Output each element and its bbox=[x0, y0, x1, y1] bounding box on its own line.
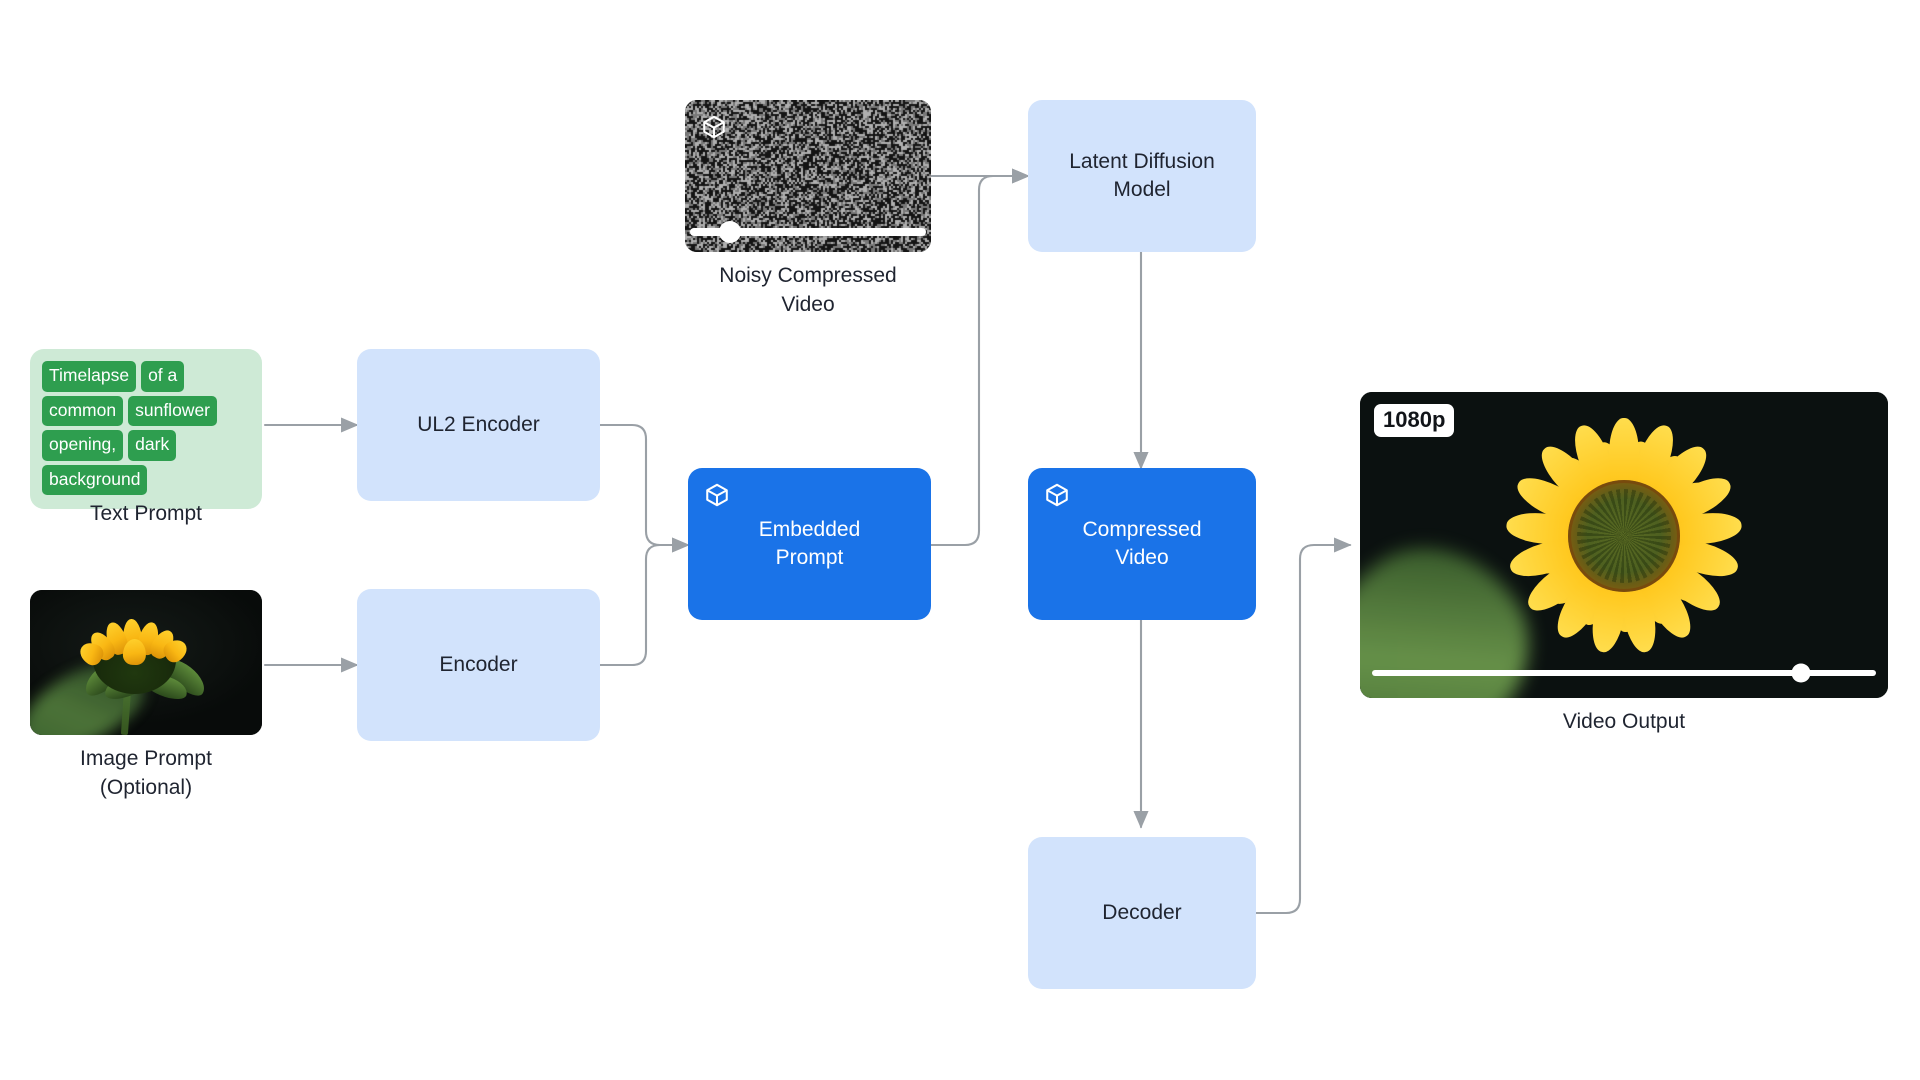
node-ul2-encoder-label: UL2 Encoder bbox=[417, 411, 540, 439]
token-chip[interactable]: Timelapse bbox=[42, 361, 136, 392]
noisy-video-caption: Noisy Compressed Video bbox=[670, 262, 946, 320]
node-compressed-video[interactable]: Compressed Video bbox=[1028, 468, 1256, 620]
video-output-player[interactable]: 1080p bbox=[1360, 392, 1888, 698]
diagram-canvas: Timelapse of a common sunflower opening,… bbox=[0, 0, 1920, 1080]
token-chip[interactable]: of a bbox=[141, 361, 184, 392]
node-latent-diffusion-model[interactable]: Latent Diffusion Model bbox=[1028, 100, 1256, 252]
text-prompt-card[interactable]: Timelapse of a common sunflower opening,… bbox=[30, 349, 262, 509]
node-latent-diffusion-model-label: Latent Diffusion Model bbox=[1069, 148, 1215, 204]
token-chip[interactable]: common bbox=[42, 396, 123, 427]
petal bbox=[122, 639, 146, 666]
wire-embedded-to-ldm bbox=[931, 176, 1028, 545]
video-output-progress-handle[interactable] bbox=[1791, 664, 1810, 683]
node-embedded-prompt[interactable]: Embedded Prompt bbox=[688, 468, 931, 620]
text-prompt-caption: Text Prompt bbox=[30, 500, 262, 529]
cube-icon bbox=[704, 482, 730, 508]
wire-ul2-to-embedded bbox=[600, 425, 688, 545]
token-row: Timelapse of a bbox=[42, 361, 250, 392]
token-row: background bbox=[42, 465, 250, 496]
node-decoder-label: Decoder bbox=[1102, 899, 1181, 927]
noisy-compressed-video-thumbnail[interactable] bbox=[685, 100, 931, 252]
node-compressed-video-label: Compressed Video bbox=[1082, 516, 1201, 572]
wire-decoder-to-output bbox=[1256, 545, 1350, 913]
noisy-video-progress-bar[interactable] bbox=[690, 228, 925, 236]
image-prompt-caption: Image Prompt (Optional) bbox=[10, 745, 282, 803]
text-prompt-token-rows: Timelapse of a common sunflower opening,… bbox=[42, 361, 250, 495]
video-output-progress-bar[interactable] bbox=[1372, 670, 1877, 676]
token-chip[interactable]: dark bbox=[128, 430, 176, 461]
node-embedded-prompt-label: Embedded Prompt bbox=[759, 516, 861, 572]
noisy-video-progress-handle[interactable] bbox=[719, 221, 741, 243]
sunflower-center-disc bbox=[1568, 480, 1680, 592]
node-encoder[interactable]: Encoder bbox=[357, 589, 600, 741]
node-ul2-encoder[interactable]: UL2 Encoder bbox=[357, 349, 600, 501]
node-encoder-label: Encoder bbox=[439, 651, 517, 679]
node-decoder[interactable]: Decoder bbox=[1028, 837, 1256, 989]
video-output-caption: Video Output bbox=[1360, 708, 1888, 737]
token-row: common sunflower bbox=[42, 396, 250, 427]
token-chip[interactable]: sunflower bbox=[128, 396, 217, 427]
token-row: opening, dark bbox=[42, 430, 250, 461]
resolution-badge: 1080p bbox=[1374, 404, 1454, 437]
cube-icon bbox=[1044, 482, 1070, 508]
wire-encoder-to-embedded bbox=[600, 545, 688, 665]
token-chip[interactable]: background bbox=[42, 465, 147, 496]
image-prompt-thumbnail[interactable] bbox=[30, 590, 262, 735]
token-chip[interactable]: opening, bbox=[42, 430, 123, 461]
